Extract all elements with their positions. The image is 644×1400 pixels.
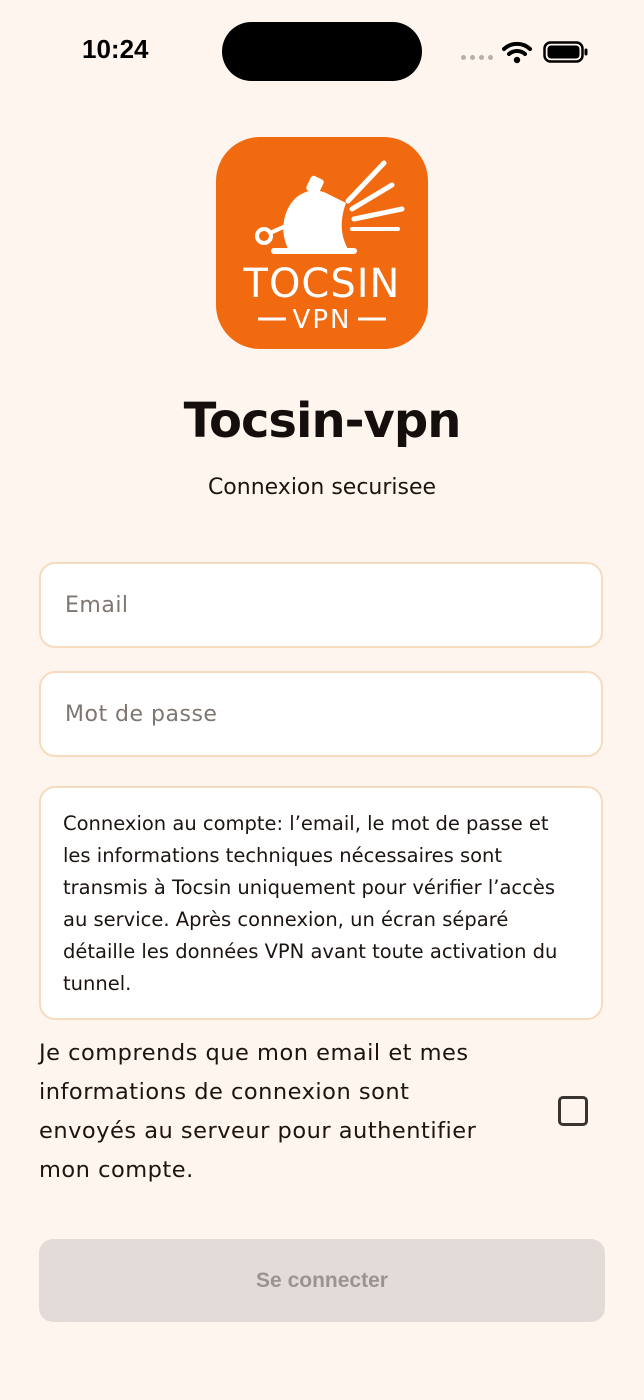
logo-sub-text: VPN: [293, 305, 352, 335]
app-logo: TOCSIN VPN: [216, 137, 428, 349]
status-bar: 10:24: [0, 0, 644, 110]
consent-label: Je comprends que mon email et mes inform…: [39, 1040, 477, 1183]
status-time: 10:24: [82, 34, 149, 64]
cellular-signal-icon: [461, 55, 493, 60]
privacy-notice: Connexion au compte: l’email, le mot de …: [39, 786, 603, 1020]
logo-brand-text: TOCSIN: [243, 261, 401, 307]
consent-checkbox[interactable]: [558, 1096, 588, 1126]
password-field-container: [39, 671, 603, 757]
app-title: Tocsin-vpn: [183, 393, 462, 449]
login-button[interactable]: Se connecter: [39, 1239, 605, 1322]
app-subtitle: Connexion securisee: [207, 475, 437, 500]
email-input[interactable]: [41, 564, 601, 646]
password-input[interactable]: [41, 673, 601, 755]
wifi-icon: [502, 40, 532, 68]
email-field-container: [39, 562, 603, 648]
dynamic-island: [222, 22, 422, 81]
battery-icon: [543, 40, 589, 68]
